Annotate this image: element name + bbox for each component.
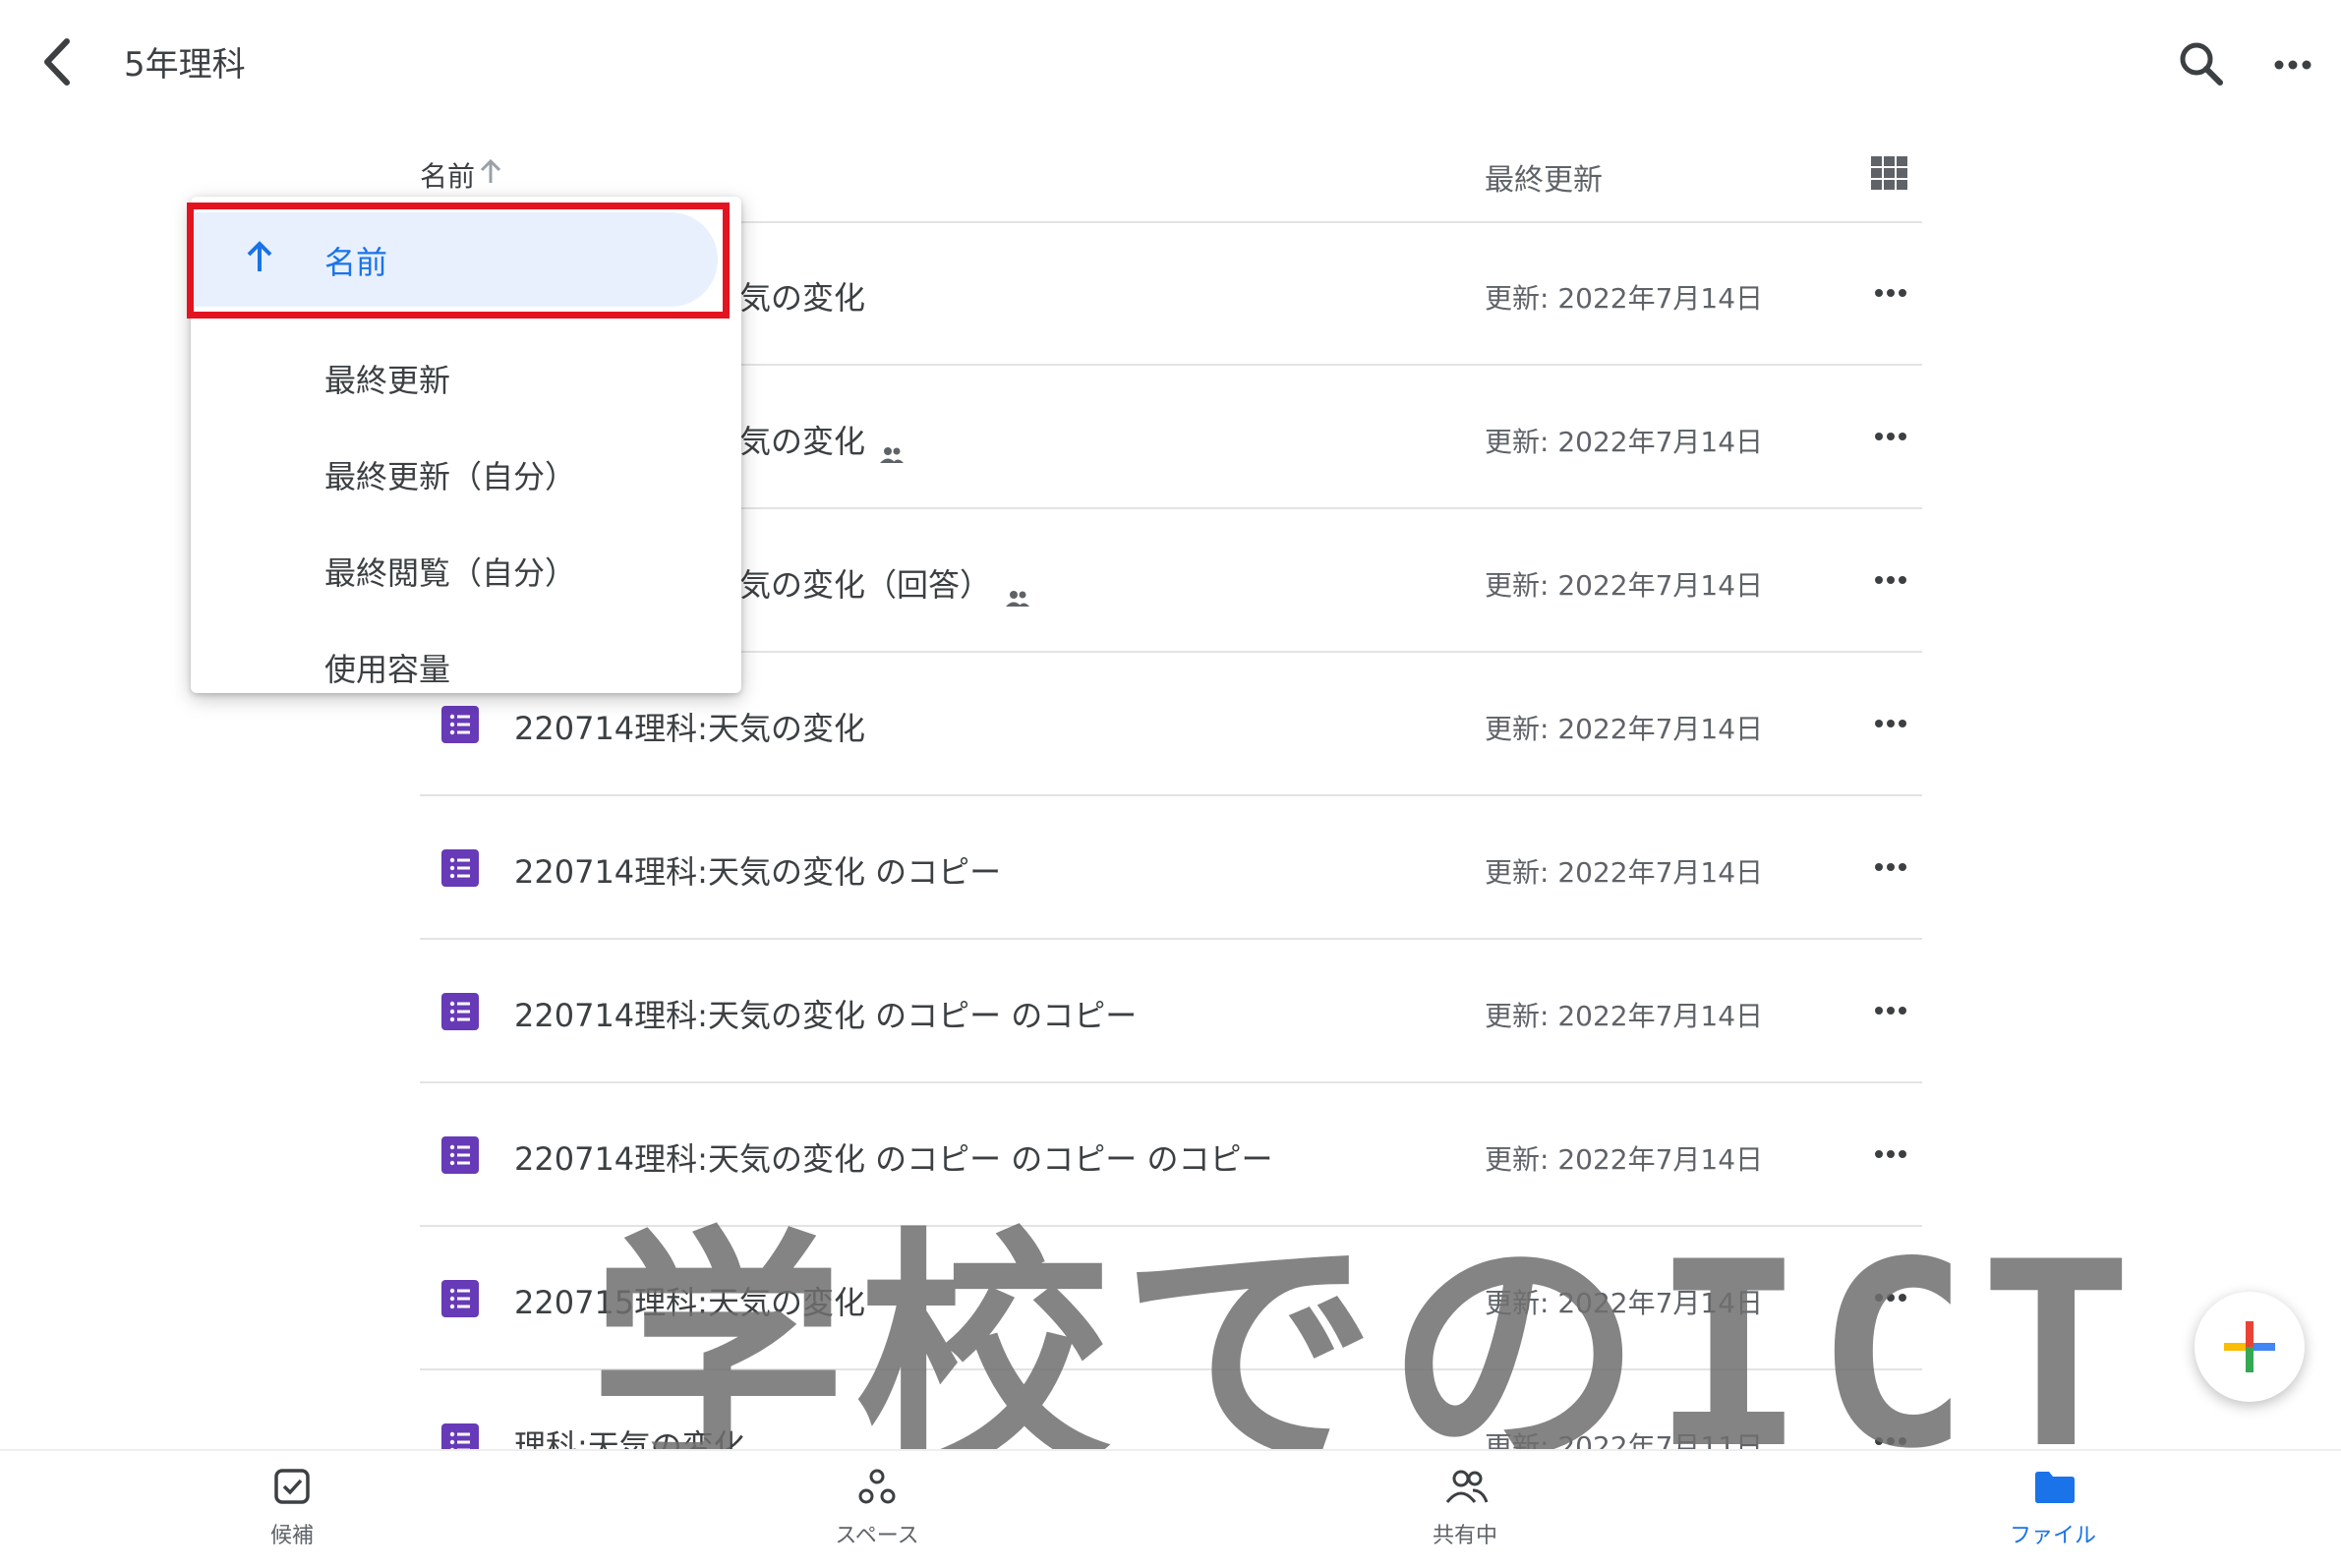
- back-icon[interactable]: [29, 29, 88, 94]
- spaces-icon: [857, 1467, 897, 1506]
- file-name: 220714理科:天気の変化 のコピー: [514, 853, 1002, 891]
- file-date: 更新: 2022年7月14日: [1485, 856, 1764, 889]
- sort-option-last-opened-by-me[interactable]: 最終閲覧（自分）: [191, 523, 741, 617]
- nav-label: スペース: [835, 1524, 919, 1548]
- row-more-icon[interactable]: [1867, 847, 1914, 887]
- row-more-icon[interactable]: [1867, 1134, 1914, 1174]
- google-forms-icon: [441, 1136, 479, 1174]
- row-more-icon[interactable]: [1867, 417, 1914, 456]
- file-name: 220714理科:天気の変化: [514, 710, 865, 747]
- folder-icon: [2033, 1467, 2075, 1506]
- sort-option-last-modified[interactable]: 最終更新: [191, 330, 741, 425]
- file-date: 更新: 2022年7月14日: [1485, 713, 1764, 745]
- row-more-icon[interactable]: [1867, 991, 1914, 1030]
- grid-view-icon[interactable]: [1870, 155, 1909, 191]
- watermark: 学校でのICT: [590, 1208, 2143, 1505]
- nav-files[interactable]: ファイル: [1955, 1451, 2151, 1568]
- sort-option-last-modified-by-me[interactable]: 最終更新（自分）: [191, 427, 741, 521]
- file-name: 220714理科:天気の変化 のコピー のコピー: [514, 997, 1138, 1034]
- plus-icon: [2224, 1321, 2275, 1372]
- sort-by-name-button[interactable]: 名前: [420, 155, 475, 195]
- sort-option-storage-used[interactable]: 使用容量: [191, 619, 741, 714]
- more-options-icon[interactable]: [2261, 35, 2324, 94]
- file-name: 220714理科:天気の変化 のコピー のコピー のコピー: [514, 1140, 1273, 1178]
- file-date: 更新: 2022年7月14日: [1485, 1000, 1764, 1032]
- top-bar: 5年理科: [0, 0, 2341, 123]
- page-title: 5年理科: [124, 45, 246, 85]
- sort-option-label: 使用容量: [324, 651, 451, 688]
- sort-option-label: 最終閲覧（自分）: [324, 554, 577, 592]
- bottom-nav: 候補 スペース 共有中 ファイル: [0, 1449, 2341, 1568]
- file-row[interactable]: 220714理科:天気の変化 のコピー のコピー のコピー 更新: 2022年7…: [420, 1083, 1922, 1227]
- file-row[interactable]: 220714理科:天気の変化 のコピー のコピー 更新: 2022年7月14日: [420, 940, 1922, 1083]
- row-more-icon[interactable]: [1867, 704, 1914, 743]
- row-more-icon[interactable]: [1867, 273, 1914, 313]
- google-forms-icon: [441, 849, 479, 887]
- search-icon[interactable]: [2173, 35, 2232, 94]
- nav-label: 候補: [269, 1524, 314, 1548]
- google-forms-icon: [441, 993, 479, 1030]
- annotation-highlight-box: [187, 203, 730, 319]
- shared-icon: [879, 435, 905, 463]
- last-modified-header: 最終更新: [1485, 163, 1603, 198]
- suggested-icon: [272, 1467, 312, 1506]
- nav-label: ファイル: [2009, 1524, 2096, 1548]
- sort-ascending-icon: [477, 157, 504, 187]
- shared-people-icon: [1445, 1467, 1489, 1506]
- shared-icon: [1005, 578, 1030, 607]
- new-item-button[interactable]: [2195, 1292, 2305, 1402]
- google-forms-icon: [441, 1280, 479, 1317]
- sort-option-label: 最終更新（自分）: [324, 458, 577, 495]
- nav-spaces[interactable]: スペース: [779, 1451, 975, 1568]
- file-date: 更新: 2022年7月14日: [1485, 282, 1764, 315]
- sort-option-label: 最終更新: [324, 362, 451, 399]
- nav-shared[interactable]: 共有中: [1367, 1451, 1563, 1568]
- nav-suggested[interactable]: 候補: [194, 1451, 390, 1568]
- file-date: 更新: 2022年7月14日: [1485, 569, 1764, 602]
- file-date: 更新: 2022年7月14日: [1485, 426, 1764, 458]
- nav-label: 共有中: [1432, 1524, 1497, 1548]
- file-date: 更新: 2022年7月14日: [1485, 1143, 1764, 1176]
- file-row[interactable]: 220714理科:天気の変化 のコピー 更新: 2022年7月14日: [420, 796, 1922, 940]
- row-more-icon[interactable]: [1867, 560, 1914, 600]
